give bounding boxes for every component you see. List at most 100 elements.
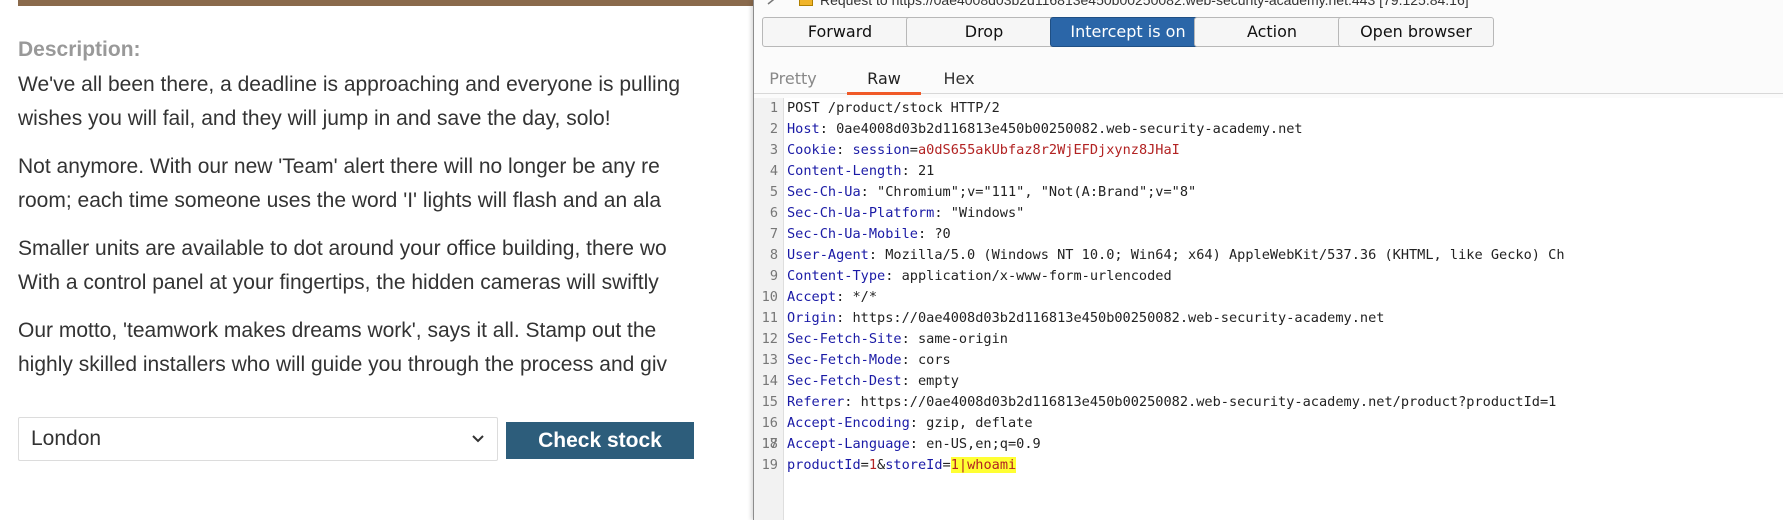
header-name: Cookie bbox=[787, 142, 837, 158]
header-name: Sec-Fetch-Site bbox=[787, 331, 902, 347]
header-text: Accept-Encoding: gzip, deflate bbox=[787, 413, 1033, 434]
header-text: Sec-Ch-Ua-Mobile: ?0 bbox=[787, 224, 951, 245]
header-colon: : bbox=[901, 331, 918, 347]
header-colon: : bbox=[901, 352, 918, 368]
header-colon: : bbox=[917, 226, 935, 242]
header-colon: : bbox=[819, 121, 837, 137]
header-text: Origin: https://0ae4008d03b2d116813e450b… bbox=[787, 308, 1384, 329]
param-name: productId bbox=[787, 457, 861, 473]
header-colon: : bbox=[934, 205, 951, 221]
check-stock-button[interactable]: Check stock bbox=[506, 422, 694, 459]
header-text: Sec-Fetch-Dest: empty bbox=[787, 371, 959, 392]
equals-sign: = bbox=[942, 457, 951, 473]
description-paragraph-3: Smaller units are available to dot aroun… bbox=[18, 232, 760, 300]
header-name: Sec-Fetch-Mode bbox=[787, 352, 902, 368]
header-value: "Windows" bbox=[950, 205, 1025, 221]
header-value: */* bbox=[852, 289, 878, 305]
header-colon: : bbox=[885, 268, 902, 284]
open-browser-button[interactable]: Open browser bbox=[1338, 17, 1494, 47]
line-number: 11 bbox=[761, 310, 778, 326]
description-paragraph-1: We've all been there, a deadline is appr… bbox=[18, 68, 760, 136]
message-view-tabs: Pretty Raw Hex bbox=[754, 66, 1783, 95]
tab-hex[interactable]: Hex bbox=[934, 66, 984, 94]
line-number: 2 bbox=[769, 121, 778, 137]
tab-pretty[interactable]: Pretty bbox=[768, 66, 818, 94]
param-value: 1 bbox=[868, 457, 878, 473]
header-text: Sec-Fetch-Mode: cors bbox=[787, 350, 951, 371]
header-name: Accept-Encoding bbox=[787, 415, 910, 431]
header-value: gzip, deflate bbox=[926, 415, 1033, 431]
store-select[interactable]: London bbox=[18, 417, 498, 461]
header-value: Mozilla/5.0 (Windows NT 10.0; Win64; x64… bbox=[885, 247, 1565, 263]
header-value: cors bbox=[917, 352, 951, 368]
line-number: 1 bbox=[769, 100, 778, 116]
header-text: Referer: https://0ae4008d03b2d116813e450… bbox=[787, 392, 1556, 413]
header-colon: : bbox=[901, 163, 918, 179]
cookie-value: a0dS655akUbfaz8r2WjEFDjxynz8JHaI bbox=[917, 142, 1180, 158]
header-text: Cookie: session=a0dS655akUbfaz8r2WjEFDjx… bbox=[787, 140, 1180, 161]
header-value: empty bbox=[917, 373, 959, 389]
header-text: Content-Type: application/x-www-form-url… bbox=[787, 266, 1172, 287]
line-number: 5 bbox=[769, 184, 778, 200]
request-title: Request to https://0ae4008d03b2d116813e4… bbox=[820, 0, 1469, 8]
header-text: Accept-Language: en-US,en;q=0.9 bbox=[787, 434, 1041, 455]
description-paragraph-4: Our motto, 'teamwork makes dreams work',… bbox=[18, 314, 760, 382]
line-number: 15 bbox=[761, 394, 778, 410]
request-title-bar: Request to https://0ae4008d03b2d116813e4… bbox=[754, 0, 1783, 14]
header-value: same-origin bbox=[917, 331, 1008, 347]
line-number: 8 bbox=[769, 247, 778, 263]
paragraph-line: Smaller units are available to dot aroun… bbox=[18, 237, 667, 260]
tab-raw[interactable]: Raw bbox=[847, 66, 921, 95]
request-body: productId=1&storeId=1|whoami bbox=[787, 455, 1017, 476]
store-select-value: London bbox=[31, 427, 102, 450]
forward-button[interactable]: Forward bbox=[762, 17, 918, 47]
header-value: https://0ae4008d03b2d116813e450b00250082… bbox=[852, 310, 1385, 326]
product-page: Description: We've all been there, a dea… bbox=[0, 0, 760, 520]
header-value: 0ae4008d03b2d116813e450b00250082.web-sec… bbox=[836, 121, 1303, 137]
header-colon: : bbox=[844, 394, 861, 410]
header-text: Accept: */* bbox=[787, 287, 877, 308]
header-name: Sec-Ch-Ua bbox=[787, 184, 861, 200]
header-value: 21 bbox=[917, 163, 935, 179]
lock-icon bbox=[799, 0, 813, 6]
send-arrow-icon bbox=[767, 0, 775, 5]
line-number: 3 bbox=[769, 142, 778, 158]
header-value: en-US,en;q=0.9 bbox=[926, 436, 1041, 452]
header-text: Content-Length: 21 bbox=[787, 161, 934, 182]
header-name: Accept-Language bbox=[787, 436, 910, 452]
header-name: Sec-Fetch-Dest bbox=[787, 373, 902, 389]
drop-button[interactable]: Drop bbox=[906, 17, 1062, 47]
intercept-toggle-button[interactable]: Intercept is on bbox=[1050, 17, 1206, 47]
chevron-down-icon bbox=[472, 435, 484, 443]
line-number: 9 bbox=[769, 268, 778, 284]
header-value: application/x-www-form-urlencoded bbox=[901, 268, 1172, 284]
line-number: 12 bbox=[761, 331, 778, 347]
paragraph-line: Not anymore. With our new 'Team' alert t… bbox=[18, 155, 660, 178]
equals-sign: = bbox=[909, 142, 918, 158]
header-colon: : bbox=[836, 289, 853, 305]
header-name: Sec-Ch-Ua-Platform bbox=[787, 205, 935, 221]
header-value: "Chromium";v="111", "Not(A:Brand";v="8" bbox=[877, 184, 1197, 200]
header-name: Origin bbox=[787, 310, 837, 326]
header-colon: : bbox=[909, 415, 927, 431]
paragraph-line: With a control panel at your fingertips,… bbox=[18, 271, 659, 294]
header-value: ?0 bbox=[934, 226, 951, 242]
paragraph-line: highly skilled installers who will guide… bbox=[18, 353, 668, 376]
raw-request-editor[interactable]: 1 POST /product/stock HTTP/2 2 Host: 0ae4… bbox=[754, 98, 1783, 520]
action-button[interactable]: Action bbox=[1194, 17, 1350, 47]
header-text: Sec-Ch-Ua-Platform: "Windows" bbox=[787, 203, 1024, 224]
header-text: Host: 0ae4008d03b2d116813e450b00250082.w… bbox=[787, 119, 1303, 140]
description-paragraph-2: Not anymore. With our new 'Team' alert t… bbox=[18, 150, 760, 218]
header-name: User-Agent bbox=[787, 247, 869, 263]
paragraph-line: Our motto, 'teamwork makes dreams work',… bbox=[18, 319, 657, 342]
header-colon: : bbox=[868, 247, 886, 263]
line-number: 14 bbox=[761, 373, 778, 389]
injected-payload-highlight: 1|whoami bbox=[950, 457, 1017, 473]
equals-sign: = bbox=[860, 457, 869, 473]
header-name: Referer bbox=[787, 394, 845, 410]
request-line-text: POST /product/stock HTTP/2 bbox=[787, 100, 1000, 116]
line-number: 10 bbox=[761, 289, 778, 305]
header-name: Content-Type bbox=[787, 268, 886, 284]
line-number: 13 bbox=[761, 352, 778, 368]
header-colon: : bbox=[836, 142, 853, 158]
